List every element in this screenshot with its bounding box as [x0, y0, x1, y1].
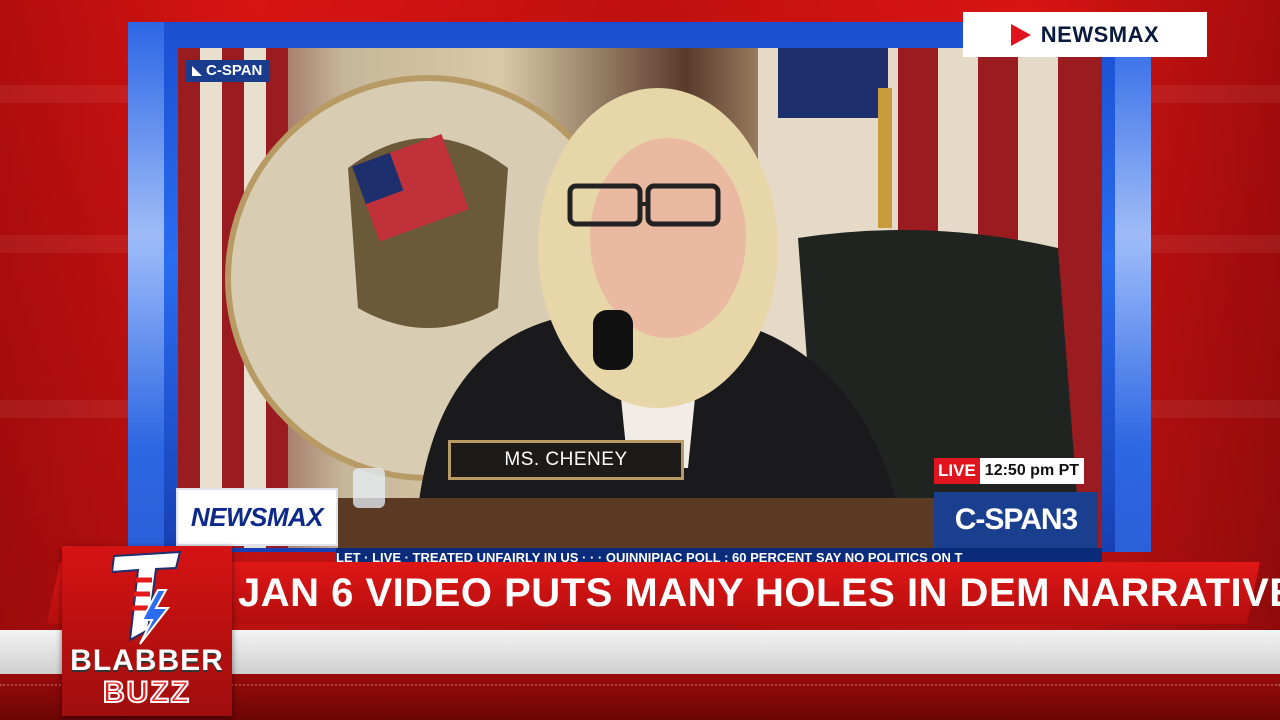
frame-glow-left: [128, 22, 164, 552]
newsmax-top-label: NEWSMAX: [1040, 21, 1160, 47]
headline: JAN 6 VIDEO PUTS MANY HOLES IN DEM NARRA…: [238, 571, 1280, 615]
channel-logo: C-SPAN3: [934, 492, 1098, 548]
live-time: 12:50 pm PT: [979, 458, 1085, 484]
logo-t-icon: [112, 550, 182, 645]
live-badge: LIVE 12:50 pm PT: [934, 458, 1085, 484]
newsmax-card: NEWSMAX: [176, 488, 338, 546]
cspan-triangle-icon: [192, 66, 202, 76]
water-bottle: [353, 468, 385, 508]
play-icon: [1010, 23, 1031, 46]
live-label: LIVE: [934, 458, 980, 484]
newsmax-top-logo[interactable]: NEWSMAX: [963, 12, 1207, 57]
logo-word-buzz: BUZZ: [102, 675, 191, 710]
nameplate: MS. CHENEY: [448, 440, 684, 480]
blabber-buzz-logo[interactable]: BLABBER BUZZ: [62, 546, 232, 716]
desk: [338, 498, 938, 548]
cspan-corner-label: C-SPAN: [206, 62, 263, 79]
logo-word-blabber: BLABBER: [70, 644, 224, 677]
frame-glow-right: [1115, 22, 1151, 552]
news-ticker: LET · LIVE · TREATED UNFAIRLY IN US · · …: [336, 548, 1102, 562]
cspan-corner-bug: C-SPAN: [186, 60, 271, 82]
newsmax-card-label: NEWSMAX: [190, 501, 324, 532]
